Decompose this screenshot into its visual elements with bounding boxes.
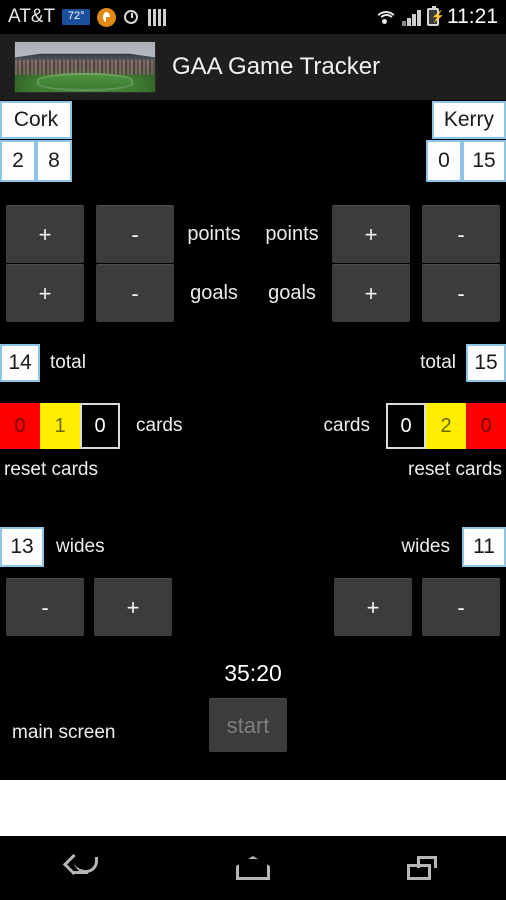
goals-controls-row: + - goals goals + -	[6, 264, 500, 322]
away-total-group: total 15	[420, 344, 506, 382]
android-nav-bar	[0, 836, 506, 900]
away-goals-minus-button[interactable]: -	[422, 264, 500, 322]
points-controls-row: + - points points + -	[6, 205, 500, 263]
game-timer-display: 35:20	[224, 660, 282, 686]
weather-badge: 72°	[62, 9, 91, 25]
home-points-minus-button[interactable]: -	[96, 205, 174, 263]
status-bar-left: AT&T 72°	[8, 6, 167, 28]
status-bar: AT&T 72° ⚡ 11:21	[0, 0, 506, 34]
away-wides-label: wides	[401, 536, 450, 557]
alarm-clock-icon	[123, 8, 141, 26]
home-team-name[interactable]: Cork	[0, 101, 72, 139]
home-wides-value[interactable]: 13	[0, 527, 44, 567]
away-points-minus-button[interactable]: -	[422, 205, 500, 263]
away-wides-value[interactable]: 11	[462, 527, 506, 567]
away-goals-label: goals	[268, 281, 316, 304]
home-icon	[235, 856, 270, 880]
away-points-label: points	[265, 222, 319, 245]
away-reset-cards-button[interactable]: reset cards	[408, 459, 502, 481]
home-goals-minus-button[interactable]: -	[96, 264, 174, 322]
home-goals-value[interactable]: 2	[0, 140, 36, 182]
nav-home-button[interactable]	[213, 842, 293, 894]
away-goals-value[interactable]: 0	[426, 140, 462, 182]
home-total-label: total	[50, 352, 86, 373]
away-score-group: 0 15	[426, 140, 506, 182]
away-team-block: Kerry 0 15	[426, 101, 506, 182]
away-wides-minus-button[interactable]: -	[422, 578, 500, 636]
away-team-name[interactable]: Kerry	[431, 101, 506, 139]
main-content: Cork 2 8 Kerry 0 15 + - points points + …	[0, 100, 506, 780]
home-total-group: 14 total	[0, 344, 86, 382]
home-cards-label: cards	[136, 415, 183, 436]
wides-controls-row: - + + -	[6, 578, 500, 636]
away-wides-plus-button[interactable]: +	[334, 578, 412, 636]
away-total-label: total	[420, 352, 456, 373]
home-points-value[interactable]: 8	[36, 140, 72, 182]
home-wides-plus-button[interactable]: +	[94, 578, 172, 636]
home-goals-label: goals	[190, 281, 238, 304]
signal-bars-icon	[148, 8, 167, 26]
home-total-value[interactable]: 14	[0, 344, 40, 382]
away-cards-label: cards	[323, 415, 370, 436]
home-score-group: 2 8	[0, 140, 72, 182]
nav-recents-button[interactable]	[382, 842, 462, 894]
away-cards-group: cards 0 2 0	[324, 403, 506, 449]
app-title: GAA Game Tracker	[172, 53, 381, 80]
away-yellow-card-count[interactable]: 2	[426, 403, 466, 449]
cell-signal-icon	[402, 9, 421, 26]
away-red-card-count[interactable]: 0	[466, 403, 506, 449]
status-bar-right: ⚡ 11:21	[374, 5, 498, 29]
start-timer-button-wrap: start	[209, 698, 287, 752]
home-wides-minus-button[interactable]: -	[6, 578, 84, 636]
home-red-card-count[interactable]: 0	[0, 403, 40, 449]
away-points-plus-button[interactable]: +	[332, 205, 410, 263]
home-team-block: Cork 2 8	[0, 101, 72, 182]
start-timer-button[interactable]: start	[209, 698, 287, 752]
carrier-label: AT&T	[8, 6, 56, 27]
home-points-label: points	[187, 222, 241, 245]
home-points-plus-button[interactable]: +	[6, 205, 84, 263]
main-screen-button[interactable]: main screen	[12, 722, 116, 744]
away-total-value[interactable]: 15	[466, 344, 506, 382]
away-points-value[interactable]: 15	[462, 140, 506, 182]
home-wides-label: wides	[56, 536, 105, 557]
away-goals-plus-button[interactable]: +	[332, 264, 410, 322]
back-icon	[63, 853, 102, 881]
home-yellow-card-count[interactable]: 1	[40, 403, 80, 449]
home-wides-group: 13 wides	[0, 527, 105, 567]
recents-icon	[406, 856, 437, 880]
home-black-card-count[interactable]: 0	[80, 403, 120, 449]
home-cards-group: 0 1 0 cards	[0, 403, 182, 449]
nav-back-button[interactable]	[44, 842, 124, 894]
wifi-icon	[374, 9, 398, 26]
clock-label: 11:21	[447, 5, 498, 28]
sync-circle-icon	[97, 7, 117, 27]
home-reset-cards-button[interactable]: reset cards	[4, 459, 98, 481]
stadium-logo-image	[14, 41, 156, 93]
away-wides-group: wides 11	[401, 527, 506, 567]
away-black-card-count[interactable]: 0	[386, 403, 426, 449]
battery-charging-icon: ⚡	[427, 6, 445, 26]
home-goals-plus-button[interactable]: +	[6, 264, 84, 322]
bottom-white-panel	[0, 780, 506, 836]
app-header: GAA Game Tracker	[0, 34, 506, 100]
